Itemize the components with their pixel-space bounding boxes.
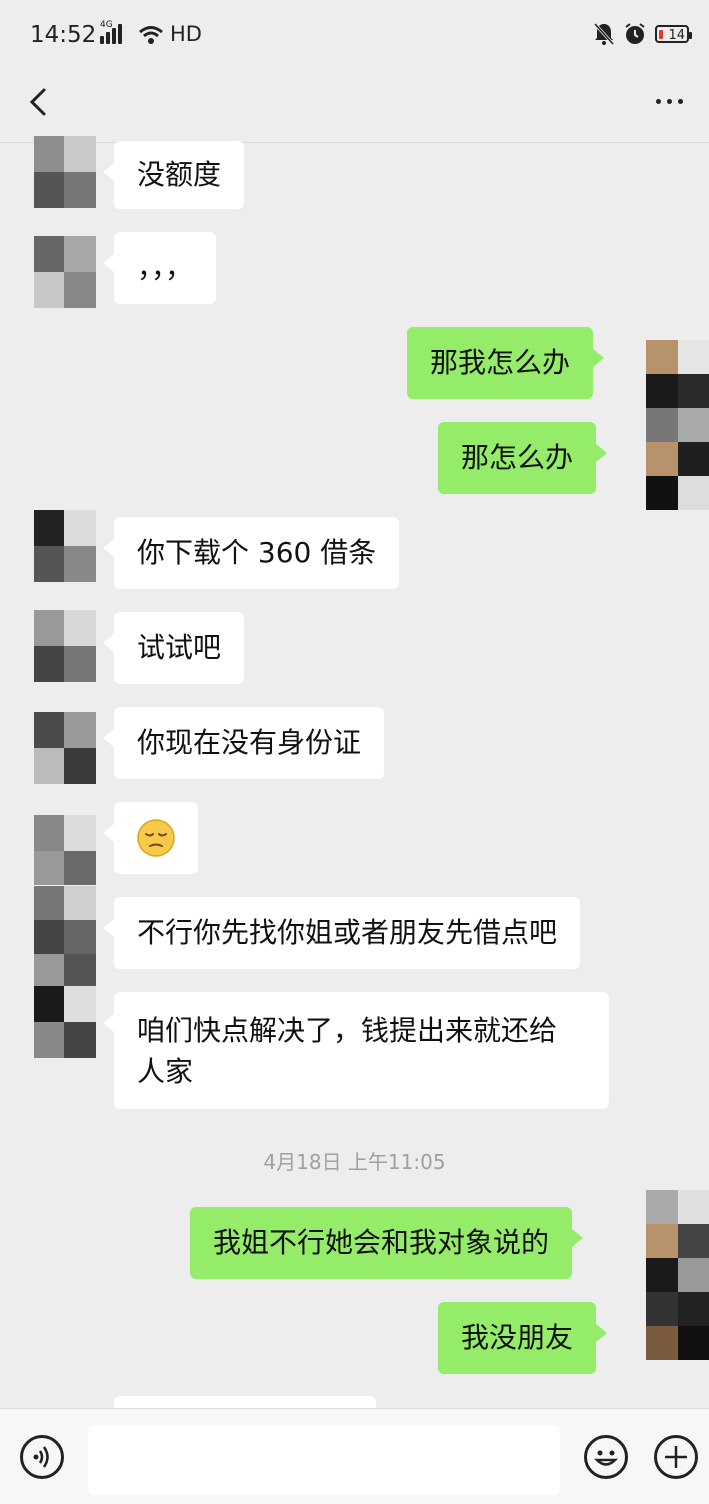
contact-avatar[interactable] [34, 815, 96, 885]
status-time: 14:52 [30, 22, 97, 48]
contact-avatar[interactable] [34, 986, 96, 1058]
pensive-face-emoji-icon [137, 819, 175, 857]
message-bubble-incoming[interactable]: 试试吧 [102, 612, 245, 684]
voice-button[interactable] [20, 1435, 64, 1479]
message-bubble-outgoing[interactable]: 那我怎么办 [407, 327, 605, 399]
alarm-icon [625, 23, 645, 44]
back-chevron-icon[interactable] [22, 82, 62, 122]
contact-avatar[interactable] [34, 136, 96, 208]
hd-indicator: HD [170, 22, 202, 46]
wifi-icon [139, 26, 163, 44]
message-text-line: 人家 [137, 1055, 194, 1088]
message-bubble-incoming[interactable]: ，，， [102, 232, 217, 304]
network-type: 4G [100, 20, 113, 30]
contact-avatar[interactable] [34, 510, 96, 582]
message-timestamp: 4月18日 上午11:05 [263, 1150, 446, 1174]
more-options-button[interactable] [647, 84, 691, 118]
message-bubble-outgoing[interactable]: 我姐不行她会和我对象说的 [190, 1207, 584, 1279]
signal-icon: 4G [100, 20, 122, 44]
plus-icon [665, 1446, 687, 1468]
battery-level: 14 [668, 28, 685, 43]
message-bubble-incoming[interactable] [103, 802, 198, 874]
add-more-button[interactable] [654, 1435, 698, 1479]
input-bar [0, 1408, 709, 1504]
message-text-line: 咱们快点解决了，钱提出来就还给 [137, 1014, 558, 1047]
message-bubble-outgoing[interactable]: 我没朋友 [438, 1302, 608, 1374]
message-bubble-outgoing[interactable]: 那怎么办 [438, 422, 608, 494]
emoji-button[interactable] [584, 1435, 628, 1479]
message-bubble-incoming[interactable]: 你现在没有身份证 [102, 707, 385, 779]
contact-avatar[interactable] [34, 712, 96, 784]
status-bar: 14:52 4G HD 14 [0, 0, 709, 70]
battery-icon: 14 [655, 25, 692, 43]
contact-avatar[interactable] [34, 886, 96, 986]
message-input[interactable] [88, 1425, 560, 1495]
message-bubble-incoming[interactable]: 不行你先找你姐或者朋友先借点吧 [102, 897, 581, 969]
emoji-icon [593, 1450, 619, 1466]
voice-icon [33, 1446, 49, 1468]
my-avatar[interactable] [646, 340, 709, 510]
my-avatar[interactable] [646, 1190, 709, 1360]
message-bubble-incoming[interactable]: 咱们快点解决了，钱提出来就还给 人家 [103, 992, 609, 1109]
contact-avatar[interactable] [34, 236, 96, 308]
message-bubble-incoming[interactable]: 你下载个 360 借条 [102, 517, 400, 589]
contact-avatar[interactable] [34, 610, 96, 682]
message-bubble-incoming[interactable]: 没额度 [102, 141, 245, 209]
mute-bell-icon [593, 22, 615, 46]
chat-header [0, 70, 709, 143]
